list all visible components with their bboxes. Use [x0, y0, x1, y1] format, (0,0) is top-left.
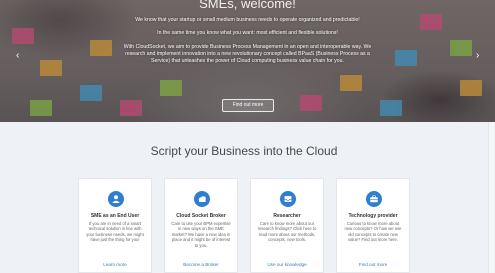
use-our-knowledge-link[interactable]: Use our knowledge [251, 262, 323, 267]
page-scrollbar[interactable] [488, 122, 495, 273]
hero-line-2: In the same time you know what you want:… [157, 30, 338, 36]
card-title: Researcher [273, 213, 301, 219]
briefcase-icon [366, 191, 382, 207]
hero-line-4: research and implement innovation into a… [125, 51, 370, 57]
card-text: Curious to know more about new concepts?… [344, 221, 402, 243]
card-text: Care to know more about our research fin… [257, 221, 317, 243]
card-title: Cloud Socket Broker [176, 213, 226, 219]
card-text: Care to use your BPM expertise in new wa… [171, 221, 231, 248]
hero-line-5: Service) that unleashes the power of Clo… [151, 58, 344, 64]
learn-more-link[interactable]: Learn more [79, 262, 151, 267]
find-out-more-button[interactable]: Find out more [222, 99, 274, 112]
hero-title: SMEs, welcome! [199, 0, 296, 11]
section-title: Script your Business into the Cloud [150, 144, 338, 158]
card-text: If you are in need of a smart technical … [86, 221, 144, 243]
carousel-next-arrow-icon[interactable]: › [476, 51, 479, 61]
card-cloud-socket-broker: Cloud Socket Broker Care to use your BPM… [164, 178, 238, 273]
hero-line-1: We know that your startup or small mediu… [135, 17, 360, 23]
card-title: SME as an End User [90, 213, 140, 219]
inbox-icon [280, 191, 296, 207]
card-researcher: Researcher Care to know more about our r… [250, 178, 324, 273]
hero-carousel: SMEs, welcome! We know that your startup… [0, 0, 495, 122]
become-a-broker-link[interactable]: Become a Broker [165, 262, 237, 267]
hero-line-3: With CloudSocket, we aim to provide Busi… [123, 44, 372, 50]
user-icon [108, 191, 124, 207]
card-technology-provider: Technology provider Curious to know more… [336, 178, 410, 273]
find-out-more-link[interactable]: Find out more [337, 262, 409, 267]
cloud-icon [194, 191, 210, 207]
card-title: Technology provider [348, 213, 398, 219]
carousel-prev-arrow-icon[interactable]: ‹ [16, 51, 19, 61]
card-sme-end-user: SME as an End User If you are in need of… [78, 178, 152, 273]
